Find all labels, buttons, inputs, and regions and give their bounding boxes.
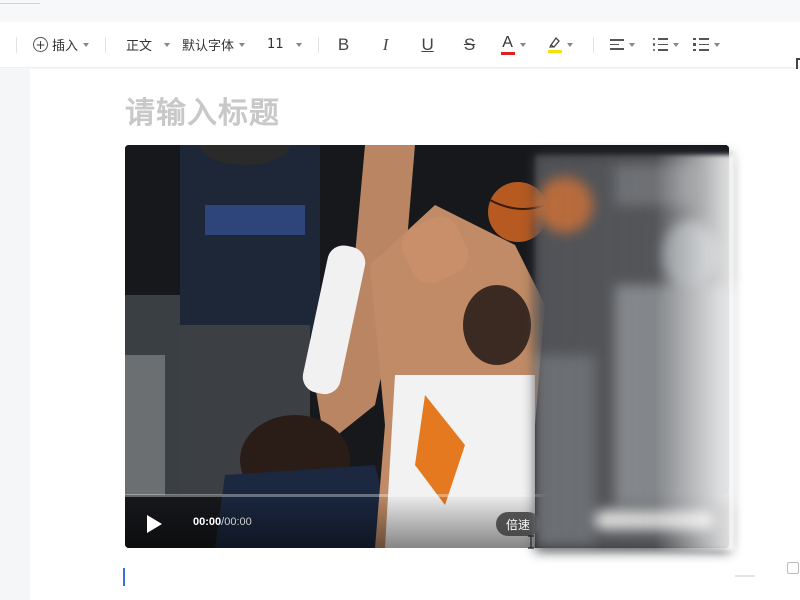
video-time: 00:00/00:00 [193, 516, 252, 528]
font-size-select[interactable]: 11 [261, 31, 308, 59]
toolbar-divider [592, 36, 594, 53]
font-color-swatch [500, 51, 515, 55]
total-time: 00:00 [224, 516, 252, 528]
strikethrough-button[interactable]: S [455, 31, 485, 59]
play-icon[interactable] [147, 515, 162, 533]
bold-button[interactable]: B [329, 31, 359, 59]
chevron-down-icon [239, 42, 246, 47]
chevron-down-icon [164, 42, 171, 47]
highlight-swatch [547, 50, 562, 53]
chevron-down-icon [566, 42, 573, 47]
speed-button[interactable]: 倍速 [496, 512, 541, 536]
align-button[interactable] [604, 31, 641, 59]
italic-icon: I [382, 34, 389, 54]
chevron-down-icon [673, 42, 680, 47]
divider [735, 575, 755, 577]
paragraph-style-value: 正文 [126, 39, 153, 54]
bullet-list-button[interactable] [647, 31, 686, 59]
font-color-letter: A [502, 33, 513, 51]
editor-toolbar: + 插入 正文 默认字体 11 B I U S A [0, 22, 800, 72]
chevron-down-icon [519, 42, 526, 47]
top-strip [0, 0, 800, 22]
chevron-down-icon [628, 42, 635, 47]
title-placeholder[interactable]: 请输入标题 [125, 88, 280, 132]
font-color-icon: A [500, 33, 515, 55]
plus-circle-icon: + [33, 37, 48, 52]
highlighter-icon [548, 36, 560, 48]
highlight-button[interactable] [542, 31, 579, 59]
font-family-value: 默认字体 [182, 39, 235, 54]
bold-icon: B [337, 34, 350, 54]
highlight-icon [547, 36, 562, 53]
text-cursor-icon [528, 535, 534, 549]
underline-button[interactable]: U [413, 31, 443, 59]
toolbar-divider [317, 36, 319, 53]
insert-label: 插入 [52, 39, 79, 54]
paragraph-style-select[interactable]: 正文 [120, 31, 176, 59]
strikethrough-icon: S [463, 34, 476, 54]
comment-icon[interactable] [787, 562, 799, 574]
chevron-down-icon [295, 42, 302, 47]
numbered-list-icon [693, 37, 710, 52]
font-color-button[interactable]: A [495, 31, 532, 59]
text-insertion-caret [123, 568, 125, 586]
font-size-value: 11 [267, 37, 284, 52]
chevron-down-icon [714, 42, 721, 47]
align-left-icon [609, 39, 624, 50]
toolbar-divider [105, 36, 107, 53]
toolbar-divider [16, 36, 17, 53]
italic-button[interactable]: I [371, 31, 401, 59]
tab-fragment [0, 0, 40, 4]
bullet-list-icon [652, 37, 669, 52]
font-family-select[interactable]: 默认字体 [176, 31, 251, 59]
drag-ghost-overlay [535, 155, 735, 551]
current-time: 00:00 [193, 516, 222, 528]
numbered-list-button[interactable] [687, 31, 726, 59]
chevron-down-icon [83, 42, 90, 47]
insert-button[interactable]: + 插入 [27, 31, 95, 59]
underline-icon: U [421, 34, 434, 54]
